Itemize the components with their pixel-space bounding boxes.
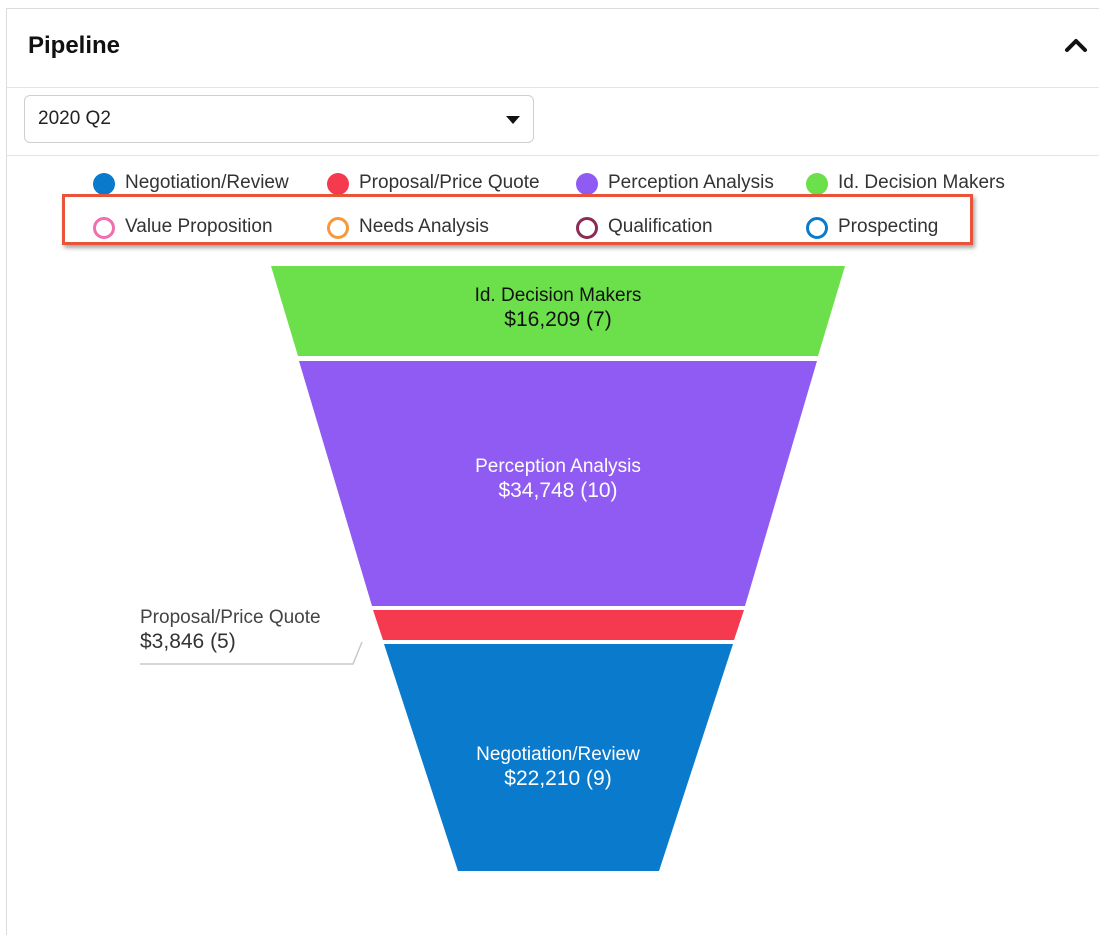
segment-label-proposal-price-quote: Proposal/Price Quote $3,846 (5) — [140, 606, 321, 654]
segment-label-id-decision-makers: Id. Decision Makers $16,209 (7) — [408, 284, 708, 332]
funnel-segment-proposal-price-quote[interactable] — [373, 610, 744, 640]
segment-label-negotiation-review: Negotiation/Review $22,210 (9) — [408, 743, 708, 791]
segment-value: $22,210 (9) — [504, 767, 612, 790]
segment-value: $3,846 (5) — [140, 630, 236, 653]
segment-value: $16,209 (7) — [504, 308, 612, 331]
segment-name: Proposal/Price Quote — [140, 607, 321, 628]
segment-name: Id. Decision Makers — [474, 285, 642, 306]
segment-label-perception-analysis: Perception Analysis $34,748 (10) — [408, 455, 708, 503]
segment-name: Negotiation/Review — [476, 744, 640, 765]
segment-value: $34,748 (10) — [498, 479, 618, 502]
segment-name: Perception Analysis — [475, 456, 641, 477]
